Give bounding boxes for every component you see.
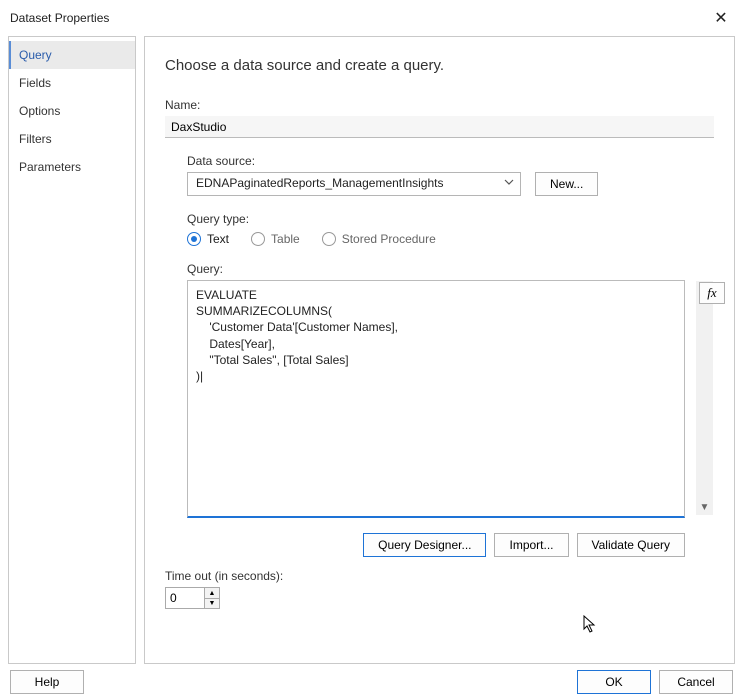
timeout-row: Time out (in seconds): ▲ ▼ [165, 569, 714, 609]
radio-table[interactable]: Table [251, 232, 300, 246]
timeout-label: Time out (in seconds): [165, 569, 714, 583]
name-label: Name: [165, 98, 714, 112]
query-textarea[interactable] [187, 280, 685, 518]
query-designer-button[interactable]: Query Designer... [363, 533, 486, 557]
scrollbar[interactable]: ▲ ▼ [696, 281, 713, 515]
querytype-row: Query type: Text Table Stored Procedure [187, 212, 714, 246]
new-datasource-button[interactable]: New... [535, 172, 598, 196]
ok-button[interactable]: OK [577, 670, 651, 694]
sidebar-item-filters[interactable]: Filters [9, 125, 135, 153]
help-button[interactable]: Help [10, 670, 84, 694]
name-row: Name: [165, 98, 714, 138]
sidebar-item-label: Fields [19, 76, 51, 90]
radio-icon [187, 232, 201, 246]
titlebar: Dataset Properties ✕ [0, 0, 743, 36]
window-title: Dataset Properties [10, 11, 109, 25]
radio-icon [322, 232, 336, 246]
sidebar-item-label: Filters [19, 132, 52, 146]
radio-label: Stored Procedure [342, 232, 436, 246]
spinner-down-icon[interactable]: ▼ [205, 598, 219, 608]
sidebar-item-fields[interactable]: Fields [9, 69, 135, 97]
dialog-footer: Help OK Cancel [0, 664, 743, 694]
validate-query-button[interactable]: Validate Query [577, 533, 686, 557]
radio-label: Table [271, 232, 300, 246]
radio-stored-procedure[interactable]: Stored Procedure [322, 232, 436, 246]
page-heading: Choose a data source and create a query. [165, 57, 714, 74]
datasource-row: Data source: EDNAPaginatedReports_Manage… [187, 154, 714, 196]
import-button[interactable]: Import... [494, 533, 568, 557]
sidebar-item-label: Query [19, 48, 52, 62]
querytype-label: Query type: [187, 212, 714, 226]
sidebar-item-label: Options [19, 104, 60, 118]
sidebar-item-parameters[interactable]: Parameters [9, 153, 135, 181]
sidebar-item-options[interactable]: Options [9, 97, 135, 125]
spinner-up-icon[interactable]: ▲ [205, 588, 219, 598]
radio-label: Text [207, 232, 229, 246]
datasource-select[interactable]: EDNAPaginatedReports_ManagementInsights [187, 172, 521, 196]
query-actions: Query Designer... Import... Validate Que… [187, 533, 685, 557]
fx-button[interactable]: fx [699, 282, 725, 304]
radio-icon [251, 232, 265, 246]
main-panel: Choose a data source and create a query.… [144, 36, 735, 664]
sidebar-item-query[interactable]: Query [9, 41, 135, 69]
datasource-label: Data source: [187, 154, 714, 168]
query-row: Query: ▲ ▼ fx [187, 262, 714, 521]
radio-text[interactable]: Text [187, 232, 229, 246]
query-label: Query: [187, 262, 714, 276]
timeout-spinner[interactable]: ▲ ▼ [165, 587, 220, 609]
cancel-button[interactable]: Cancel [659, 670, 733, 694]
nav-sidebar: Query Fields Options Filters Parameters [8, 36, 136, 664]
name-input[interactable] [165, 116, 714, 138]
dialog-body: Query Fields Options Filters Parameters … [0, 36, 743, 664]
timeout-input[interactable] [166, 588, 204, 608]
close-icon[interactable]: ✕ [709, 6, 733, 30]
scroll-down-icon: ▼ [700, 500, 710, 515]
datasource-value: EDNAPaginatedReports_ManagementInsights [187, 172, 521, 196]
cursor-icon [583, 615, 601, 635]
sidebar-item-label: Parameters [19, 160, 81, 174]
